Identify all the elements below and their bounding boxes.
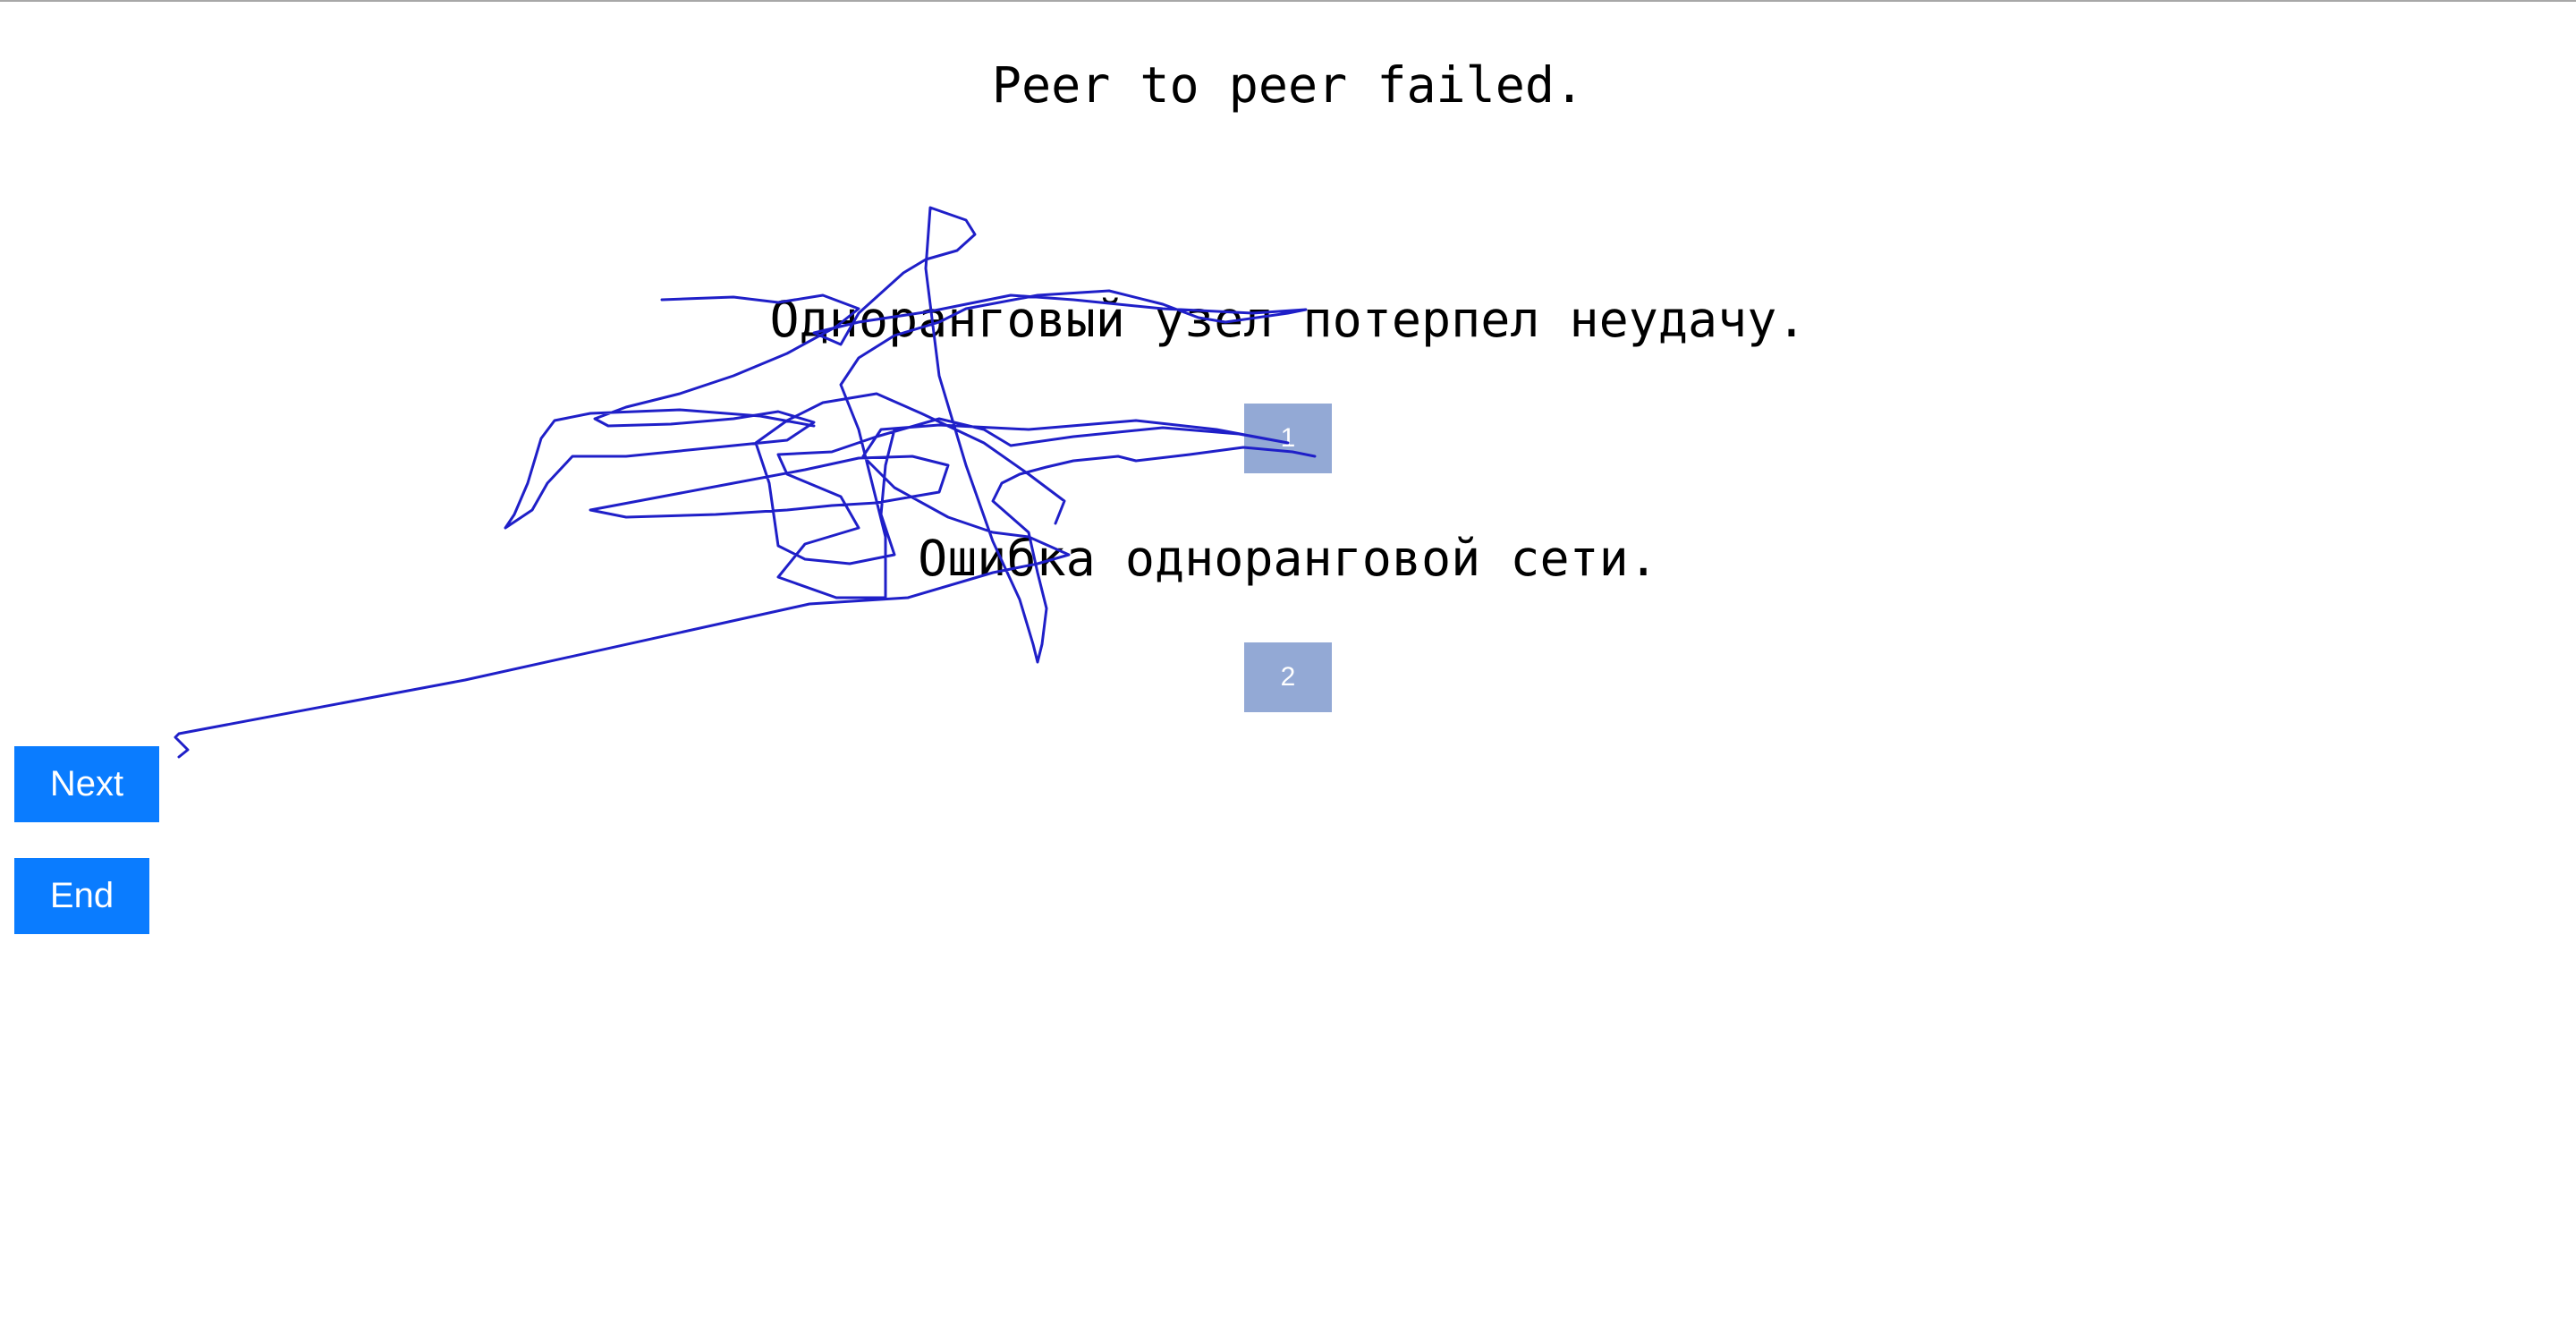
top-divider (0, 0, 2576, 2)
choice-button-1[interactable]: 1 (1244, 404, 1332, 473)
choice-button-2[interactable]: 2 (1244, 642, 1332, 712)
next-button[interactable]: Next (14, 746, 159, 822)
translation-option-2: Ошибка одноранговой сети. (918, 530, 1658, 587)
source-sentence: Peer to peer failed. (991, 56, 1585, 114)
translation-option-1: Одноранговый узел потерпел неудачу. (769, 291, 1807, 348)
end-button[interactable]: End (14, 858, 149, 934)
